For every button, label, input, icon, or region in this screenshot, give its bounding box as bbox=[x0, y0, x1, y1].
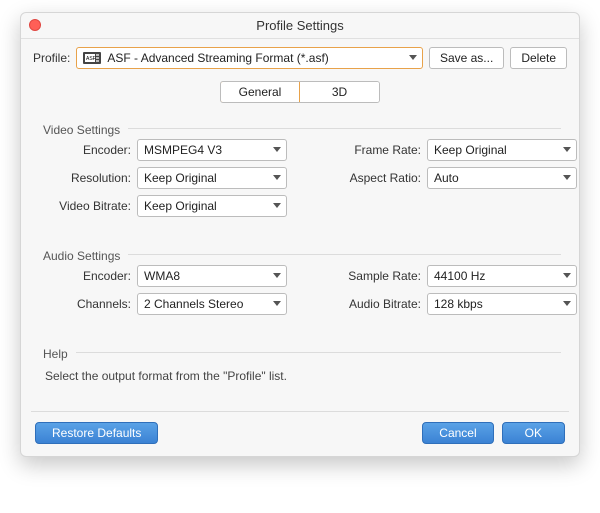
chevron-down-icon bbox=[562, 269, 572, 283]
profile-row: Profile: ASF ASF - Advanced Streaming Fo… bbox=[21, 39, 579, 71]
divider bbox=[128, 128, 561, 129]
audio-encoder-value: WMA8 bbox=[144, 269, 180, 283]
svg-text:ASF: ASF bbox=[86, 56, 96, 62]
divider bbox=[76, 352, 561, 353]
aspect-ratio-label: Aspect Ratio: bbox=[329, 171, 421, 185]
chevron-down-icon bbox=[562, 297, 572, 311]
tab-general-label: General bbox=[239, 85, 282, 99]
video-bitrate-label: Video Bitrate: bbox=[39, 199, 131, 213]
chevron-down-icon bbox=[562, 171, 572, 185]
chevron-down-icon bbox=[408, 51, 418, 65]
video-encoder-label: Encoder: bbox=[39, 143, 131, 157]
resolution-value: Keep Original bbox=[144, 171, 217, 185]
frame-rate-value: Keep Original bbox=[434, 143, 507, 157]
audio-encoder-select[interactable]: WMA8 bbox=[137, 265, 287, 287]
sample-rate-value: 44100 Hz bbox=[434, 269, 485, 283]
channels-value: 2 Channels Stereo bbox=[144, 297, 243, 311]
help-legend: Help bbox=[39, 341, 561, 363]
help-label: Help bbox=[43, 347, 68, 361]
channels-label: Channels: bbox=[39, 297, 131, 311]
video-encoder-value: MSMPEG4 V3 bbox=[144, 143, 222, 157]
video-settings-legend: Video Settings bbox=[39, 117, 561, 139]
audio-settings-legend: Audio Settings bbox=[39, 243, 561, 265]
tab-segment: General 3D bbox=[220, 81, 380, 103]
tab-3d-label: 3D bbox=[332, 85, 347, 99]
sample-rate-select[interactable]: 44100 Hz bbox=[427, 265, 577, 287]
tabs: General 3D bbox=[21, 81, 579, 103]
frame-rate-select[interactable]: Keep Original bbox=[427, 139, 577, 161]
window-title: Profile Settings bbox=[21, 13, 579, 39]
cancel-label: Cancel bbox=[439, 426, 476, 440]
profile-select-value: ASF - Advanced Streaming Format (*.asf) bbox=[107, 51, 328, 65]
save-as-label: Save as... bbox=[440, 51, 493, 65]
resolution-label: Resolution: bbox=[39, 171, 131, 185]
sample-rate-label: Sample Rate: bbox=[329, 269, 421, 283]
chevron-down-icon bbox=[272, 171, 282, 185]
audio-encoder-label: Encoder: bbox=[39, 269, 131, 283]
video-bitrate-value: Keep Original bbox=[144, 199, 217, 213]
aspect-ratio-value: Auto bbox=[434, 171, 459, 185]
ok-button[interactable]: OK bbox=[502, 422, 565, 444]
profile-settings-window: Profile Settings Profile: ASF ASF - Adva… bbox=[20, 12, 580, 457]
channels-select[interactable]: 2 Channels Stereo bbox=[137, 293, 287, 315]
chevron-down-icon bbox=[272, 143, 282, 157]
asf-file-icon: ASF bbox=[83, 51, 101, 65]
cancel-button[interactable]: Cancel bbox=[422, 422, 493, 444]
audio-bitrate-label: Audio Bitrate: bbox=[329, 297, 421, 311]
close-icon[interactable] bbox=[29, 19, 41, 31]
delete-label: Delete bbox=[521, 51, 556, 65]
help-text: Select the output format from the "Profi… bbox=[45, 369, 561, 383]
audio-bitrate-select[interactable]: 128 kbps bbox=[427, 293, 577, 315]
save-as-button[interactable]: Save as... bbox=[429, 47, 504, 69]
restore-defaults-label: Restore Defaults bbox=[52, 426, 141, 440]
video-encoder-select[interactable]: MSMPEG4 V3 bbox=[137, 139, 287, 161]
tab-3d[interactable]: 3D bbox=[299, 82, 379, 102]
restore-defaults-button[interactable]: Restore Defaults bbox=[35, 422, 158, 444]
video-bitrate-select[interactable]: Keep Original bbox=[137, 195, 287, 217]
footer: Restore Defaults Cancel OK bbox=[31, 411, 569, 444]
profile-select[interactable]: ASF ASF - Advanced Streaming Format (*.a… bbox=[76, 47, 423, 69]
audio-bitrate-value: 128 kbps bbox=[434, 297, 483, 311]
titlebar: Profile Settings bbox=[21, 13, 579, 39]
resolution-select[interactable]: Keep Original bbox=[137, 167, 287, 189]
delete-button[interactable]: Delete bbox=[510, 47, 567, 69]
ok-label: OK bbox=[525, 426, 542, 440]
divider bbox=[128, 254, 561, 255]
profile-label: Profile: bbox=[33, 51, 70, 65]
chevron-down-icon bbox=[272, 199, 282, 213]
chevron-down-icon bbox=[272, 269, 282, 283]
chevron-down-icon bbox=[562, 143, 572, 157]
audio-settings-label: Audio Settings bbox=[43, 249, 120, 263]
chevron-down-icon bbox=[272, 297, 282, 311]
frame-rate-label: Frame Rate: bbox=[329, 143, 421, 157]
video-settings-label: Video Settings bbox=[43, 123, 120, 137]
body: Video Settings Encoder: MSMPEG4 V3 Frame… bbox=[21, 117, 579, 383]
aspect-ratio-select[interactable]: Auto bbox=[427, 167, 577, 189]
tab-general[interactable]: General bbox=[220, 81, 300, 103]
